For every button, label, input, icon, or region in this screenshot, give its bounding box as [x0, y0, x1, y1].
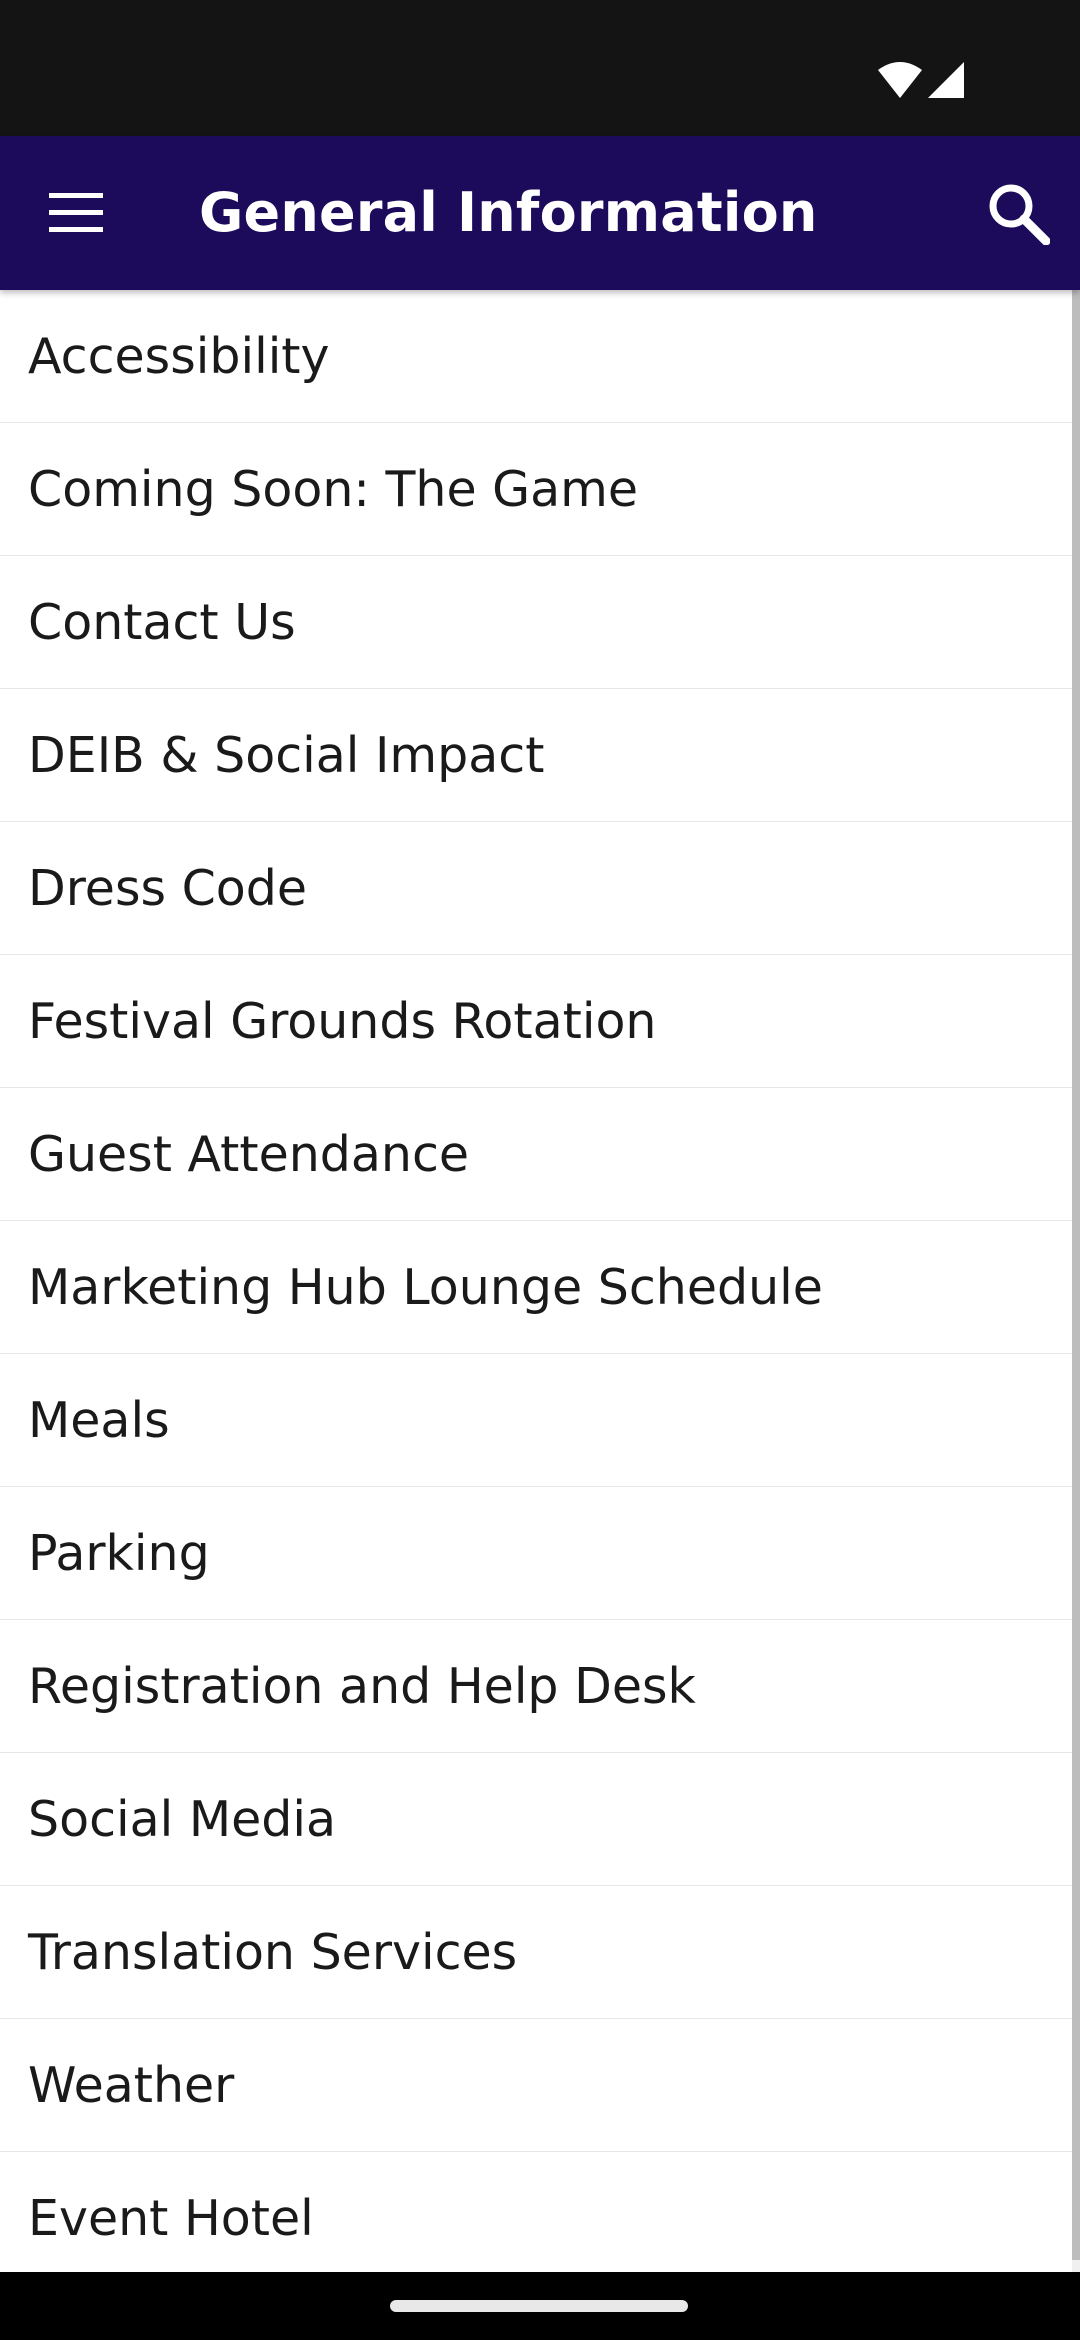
list-item[interactable]: Festival Grounds Rotation	[0, 955, 1072, 1088]
list-item[interactable]: Event Hotel	[0, 2152, 1072, 2272]
list-item-label: Social Media	[28, 1790, 337, 1848]
list-item-label: Translation Services	[28, 1923, 518, 1981]
menu-button[interactable]	[34, 171, 118, 255]
list-item-label: Contact Us	[28, 593, 296, 651]
list-item-label: Dress Code	[28, 859, 308, 917]
general-info-list: Accessibility Coming Soon: The Game Cont…	[0, 290, 1072, 2272]
wifi-icon	[878, 62, 922, 98]
scrollbar-thumb[interactable]	[1072, 290, 1080, 2260]
list-item-label: Weather	[28, 2056, 235, 2114]
list-item[interactable]: Marketing Hub Lounge Schedule	[0, 1221, 1072, 1354]
home-indicator[interactable]	[390, 2300, 688, 2312]
search-button[interactable]	[976, 171, 1060, 255]
list-item-label: Marketing Hub Lounge Schedule	[28, 1258, 823, 1316]
list-item[interactable]: Contact Us	[0, 556, 1072, 689]
list-item[interactable]: Parking	[0, 1487, 1072, 1620]
list-item[interactable]: Dress Code	[0, 822, 1072, 955]
cellular-signal-icon	[928, 62, 964, 98]
list-item-label: Meals	[28, 1391, 170, 1449]
list-item-label: Coming Soon: The Game	[28, 460, 639, 518]
scrollbar[interactable]	[1072, 290, 1080, 2272]
list-item-label: Registration and Help Desk	[28, 1657, 696, 1715]
list-item[interactable]: Meals	[0, 1354, 1072, 1487]
page-title: General Information	[199, 181, 818, 244]
list-item-label: Festival Grounds Rotation	[28, 992, 657, 1050]
list-item-label: DEIB & Social Impact	[28, 726, 545, 784]
list-item[interactable]: Accessibility	[0, 290, 1072, 423]
list-item[interactable]: Social Media	[0, 1753, 1072, 1886]
search-icon	[989, 184, 1050, 245]
list-item-label: Parking	[28, 1524, 210, 1582]
list-item-label: Accessibility	[28, 327, 330, 385]
list-item[interactable]: DEIB & Social Impact	[0, 689, 1072, 822]
list-item[interactable]: Guest Attendance	[0, 1088, 1072, 1221]
status-bar	[0, 0, 1080, 136]
list-item[interactable]: Translation Services	[0, 1886, 1072, 2019]
list-item[interactable]: Coming Soon: The Game	[0, 423, 1072, 556]
hamburger-menu-icon	[49, 193, 103, 232]
list-item[interactable]: Weather	[0, 2019, 1072, 2152]
list-item-label: Event Hotel	[28, 2189, 314, 2247]
status-icons	[878, 62, 964, 98]
app-bar: General Information	[0, 136, 1080, 290]
list-item-label: Guest Attendance	[28, 1125, 470, 1183]
list-item[interactable]: Registration and Help Desk	[0, 1620, 1072, 1753]
system-navigation-bar	[0, 2272, 1080, 2340]
